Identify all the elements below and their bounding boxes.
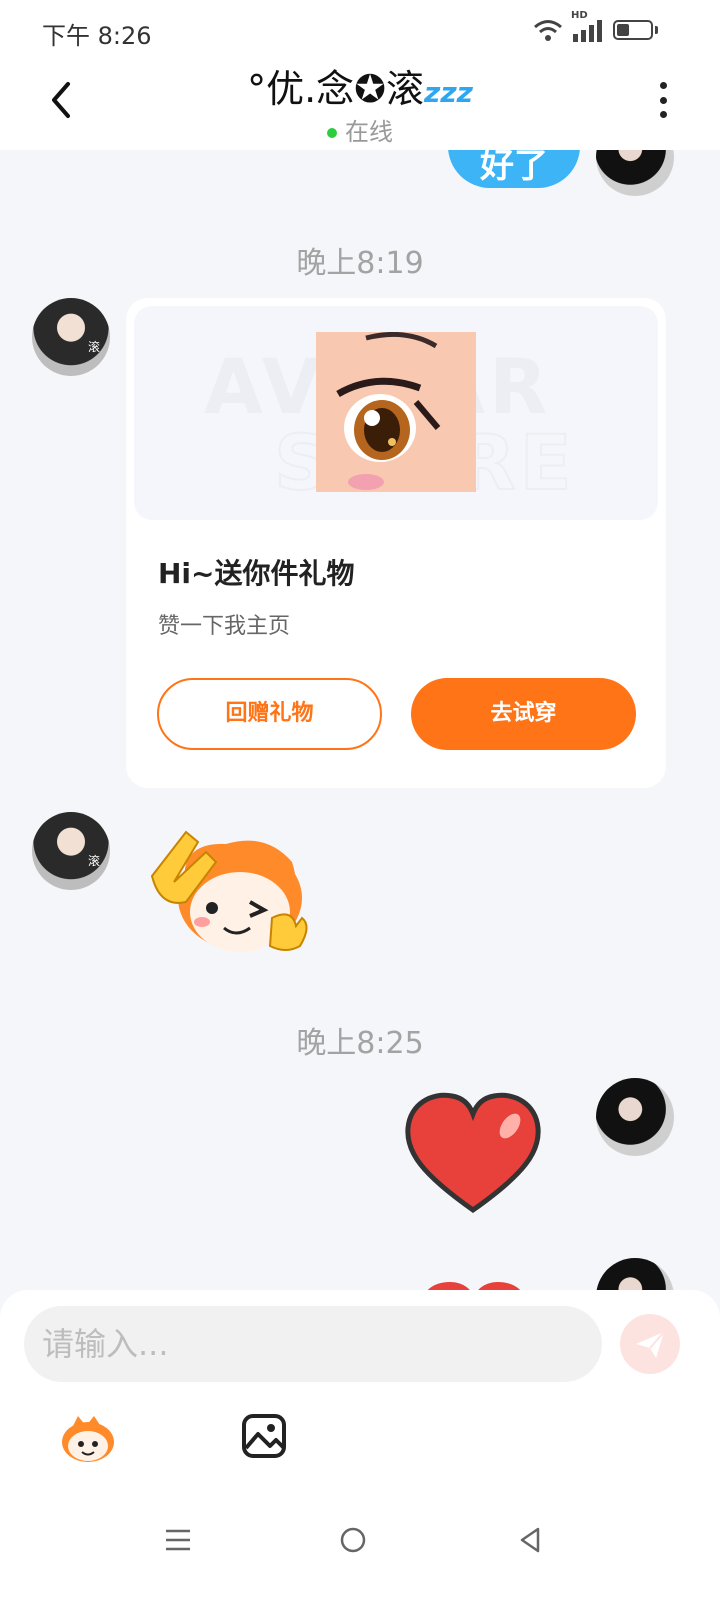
contact-avatar[interactable]: 滚 [32,812,110,890]
chat-area[interactable]: 好了 晚上8:19 滚 AVATAR STORE [0,150,720,1320]
gift-image [316,332,476,492]
timestamp: 晚上8:25 [296,1026,424,1061]
gift-title: Hi~送你件礼物 [158,557,355,590]
image-icon[interactable] [240,1412,288,1460]
my-avatar[interactable] [596,150,674,196]
battery-cap [655,26,658,34]
peace-sign-sticker[interactable] [146,822,316,962]
gift-card[interactable]: AVATAR STORE Hi~送你件礼物 赞一下我主页 回赠礼物 [126,298,666,788]
message-text: 好了 [480,150,548,186]
more-icon[interactable] [658,82,668,118]
online-status: 在线 [0,112,720,147]
heart-sticker[interactable] [402,1090,544,1216]
avatar-tag: 滚 [87,854,100,868]
signal-icon: HD [571,10,605,42]
message-input[interactable] [24,1306,602,1382]
return-gift-button[interactable]: 回赠礼物 [157,678,382,750]
contact-avatar[interactable]: 滚 [32,298,110,376]
emoji-icon[interactable] [58,1414,118,1464]
home-icon[interactable] [335,1522,371,1558]
my-avatar[interactable] [596,1078,674,1156]
status-icons: HD [533,10,658,42]
try-on-button[interactable]: 去试穿 [411,678,636,750]
sleep-zzz-icon: zzz [424,76,473,109]
system-nav-bar [0,1510,720,1570]
battery-icon [613,20,653,40]
top-bar: 下午 8:26 HD °优.念✪滚zzz 在线 [0,0,720,150]
contact-name-text: °优.念✪滚 [247,67,425,111]
back-nav-icon[interactable] [512,1522,548,1558]
online-status-text: 在线 [345,118,393,146]
menu-icon[interactable] [160,1522,196,1558]
send-icon[interactable] [620,1314,680,1374]
contact-name: °优.念✪滚zzz [0,58,720,113]
avatar-tag: 滚 [87,340,100,354]
gift-subtitle: 赞一下我主页 [158,614,291,639]
gift-banner: AVATAR STORE [134,306,658,520]
online-dot-icon [327,128,337,138]
status-time: 下午 8:26 [42,22,152,50]
message-bubble-sent[interactable]: 好了 [448,150,580,188]
timestamp: 晚上8:19 [296,246,424,281]
wifi-icon [534,20,562,41]
